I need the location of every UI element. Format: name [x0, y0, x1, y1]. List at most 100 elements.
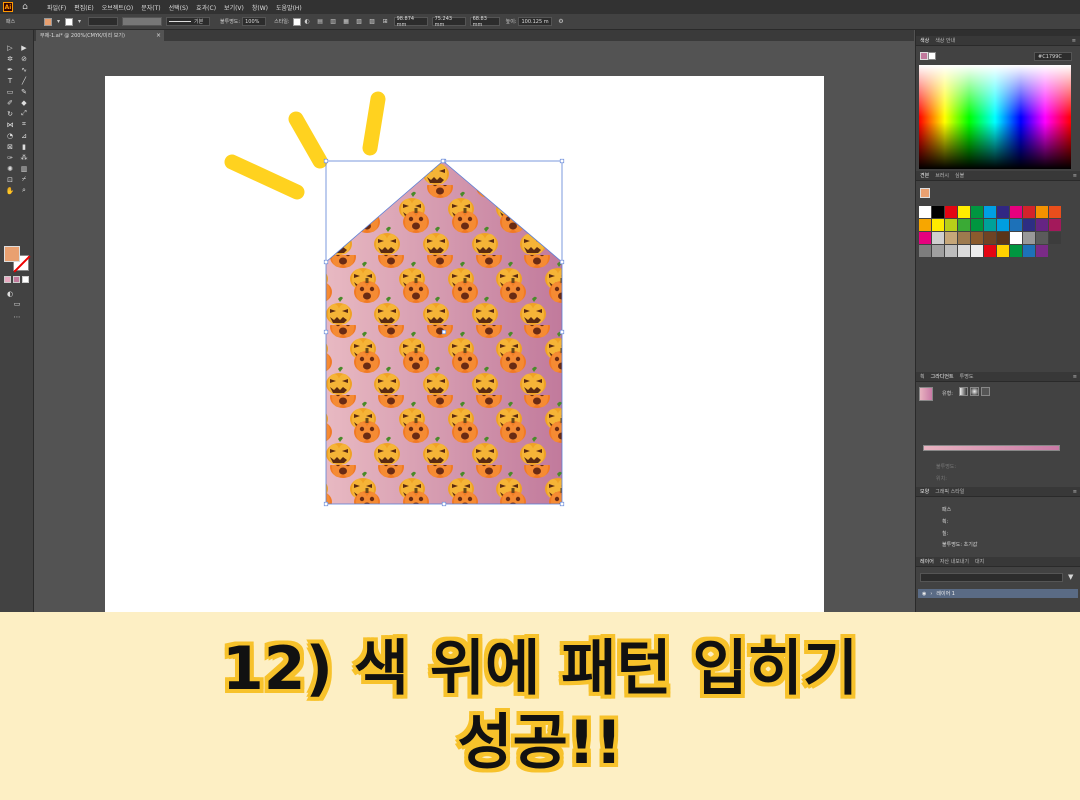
blend-tool-icon[interactable]: ⁂ — [18, 152, 30, 163]
tab-artboards[interactable]: 대지 — [975, 558, 984, 565]
panel-menu-icon[interactable]: ≡ — [1073, 173, 1077, 179]
curvature-tool-icon[interactable]: ∿ — [18, 64, 30, 75]
width-field[interactable]: 68.83 mm — [469, 16, 500, 28]
tab-swatches[interactable]: 견본 — [920, 172, 929, 179]
color-swatch[interactable] — [1023, 206, 1035, 218]
panel-menu-icon[interactable]: ≡ — [1073, 489, 1077, 495]
stroke-swatch[interactable] — [65, 17, 73, 26]
align-icon[interactable]: ▨ — [368, 17, 377, 26]
selection-tool-icon[interactable]: ▷ — [4, 42, 16, 53]
mesh-tool-icon[interactable]: ⊠ — [4, 141, 16, 152]
home-icon[interactable]: ⌂ — [19, 2, 31, 12]
panel-menu-icon[interactable]: ≡ — [1072, 38, 1076, 44]
fill-swatch[interactable] — [44, 17, 52, 26]
menu-item[interactable]: 효과(C) — [192, 3, 220, 12]
color-mode-icon[interactable] — [4, 276, 11, 283]
color-swatch[interactable] — [932, 206, 944, 218]
menu-item[interactable]: 문자(T) — [137, 3, 164, 12]
stroke-weight-field[interactable] — [88, 17, 118, 26]
magic-wand-tool-icon[interactable]: ✲ — [4, 53, 16, 64]
swatch-fill-indicator[interactable] — [920, 188, 930, 198]
color-swatch[interactable] — [1010, 245, 1022, 257]
filter-icon[interactable]: ▼ — [1068, 573, 1073, 581]
tab-color-guide[interactable]: 색상 안내 — [935, 37, 955, 44]
hand-tool-icon[interactable]: ✋ — [4, 185, 16, 196]
opacity-field[interactable]: 100% — [242, 17, 267, 26]
color-swatch[interactable] — [997, 245, 1009, 257]
color-swatch[interactable] — [997, 206, 1009, 218]
perspective-grid-tool-icon[interactable]: ⊿ — [18, 130, 30, 141]
color-swatch[interactable] — [958, 232, 970, 244]
scale-tool-icon[interactable]: ⤢ — [18, 108, 30, 119]
tab-appearance[interactable]: 모양 — [920, 488, 929, 495]
settings-icon[interactable]: ⚙ — [556, 17, 565, 26]
tab-gradient[interactable]: 그라디언트 — [931, 373, 954, 380]
gradient-preview[interactable] — [919, 387, 933, 401]
color-swatch[interactable] — [971, 232, 983, 244]
tab-stroke[interactable]: 획 — [920, 373, 925, 380]
freeform-gradient-icon[interactable] — [981, 387, 990, 396]
menu-item[interactable]: 파일(F) — [43, 3, 70, 12]
tab-asset-export[interactable]: 자산 내보내기 — [940, 558, 969, 565]
color-swatch[interactable] — [932, 245, 944, 257]
menu-item[interactable]: 도움말(H) — [272, 3, 306, 12]
chevron-down-icon[interactable]: ▾ — [75, 17, 84, 26]
close-icon[interactable]: × — [156, 32, 161, 39]
color-swatch[interactable] — [971, 245, 983, 257]
gradient-slider[interactable] — [923, 445, 1060, 451]
gradient-tool-icon[interactable]: ▮ — [18, 141, 30, 152]
menu-item[interactable]: 창(W) — [248, 3, 272, 12]
tab-graphic-styles[interactable]: 그래픽 스타일 — [935, 488, 964, 495]
color-spectrum[interactable] — [919, 65, 1071, 169]
rectangle-tool-icon[interactable]: ▭ — [4, 86, 16, 97]
color-swatch[interactable] — [997, 232, 1009, 244]
document-tab[interactable]: 무제-1.ai* @ 200%(CMYK/미리 보기) × — [36, 30, 164, 41]
color-swatch[interactable] — [984, 206, 996, 218]
color-swatch[interactable] — [945, 206, 957, 218]
align-icon[interactable]: ▦ — [342, 17, 351, 26]
color-swatch[interactable] — [1010, 232, 1022, 244]
color-swatch[interactable] — [1023, 245, 1035, 257]
color-swatch[interactable] — [997, 219, 1009, 231]
color-swatch[interactable] — [945, 232, 957, 244]
layers-search-input[interactable] — [920, 573, 1063, 582]
color-swatch[interactable] — [1036, 219, 1048, 231]
width-tool-icon[interactable]: ⋈ — [4, 119, 16, 130]
color-swatch[interactable] — [1049, 206, 1061, 218]
color-swatch[interactable] — [971, 219, 983, 231]
slice-tool-icon[interactable]: ⌿ — [18, 174, 30, 185]
free-transform-tool-icon[interactable]: ⌗ — [18, 119, 30, 130]
column-graph-tool-icon[interactable]: ▥ — [18, 163, 30, 174]
variable-width-field[interactable] — [122, 17, 162, 26]
color-swatch[interactable] — [1023, 219, 1035, 231]
menu-item[interactable]: 편집(E) — [70, 3, 98, 12]
menu-item[interactable]: 오브젝트(O) — [98, 3, 138, 12]
direct-selection-tool-icon[interactable]: ▶ — [18, 42, 30, 53]
line-tool-icon[interactable]: ╱ — [18, 75, 30, 86]
tab-brushes[interactable]: 브러시 — [935, 172, 949, 179]
align-icon[interactable]: ▥ — [329, 17, 338, 26]
lasso-tool-icon[interactable]: ⊘ — [18, 53, 30, 64]
recolor-icon[interactable]: ◐ — [303, 17, 312, 26]
rotate-tool-icon[interactable]: ↻ — [4, 108, 16, 119]
menu-item[interactable]: 선택(S) — [165, 3, 193, 12]
more-tools-icon[interactable]: ⋯ — [11, 311, 23, 322]
type-tool-icon[interactable]: T — [4, 75, 16, 86]
eyedropper-tool-icon[interactable]: ✑ — [4, 152, 16, 163]
color-swatch[interactable] — [1049, 232, 1061, 244]
color-swatch[interactable] — [945, 219, 957, 231]
hex-field[interactable]: #C1799C — [1034, 52, 1072, 61]
color-swatch[interactable] — [1023, 232, 1035, 244]
app-logo[interactable]: Ai — [3, 2, 13, 12]
align-icon[interactable]: ▧ — [355, 17, 364, 26]
graphic-style-swatch[interactable] — [292, 17, 301, 26]
align-icon[interactable]: ▤ — [316, 17, 325, 26]
symbol-sprayer-tool-icon[interactable]: ✺ — [4, 163, 16, 174]
radial-gradient-icon[interactable] — [970, 387, 979, 396]
color-swatch[interactable] — [971, 206, 983, 218]
layer-row[interactable]: ◉ › 레이어 1 — [918, 589, 1078, 598]
color-swatch[interactable] — [1010, 219, 1022, 231]
color-swatch[interactable] — [958, 219, 970, 231]
screen-mode-icon[interactable]: ▭ — [11, 298, 23, 309]
shape-builder-tool-icon[interactable]: ◔ — [4, 130, 16, 141]
